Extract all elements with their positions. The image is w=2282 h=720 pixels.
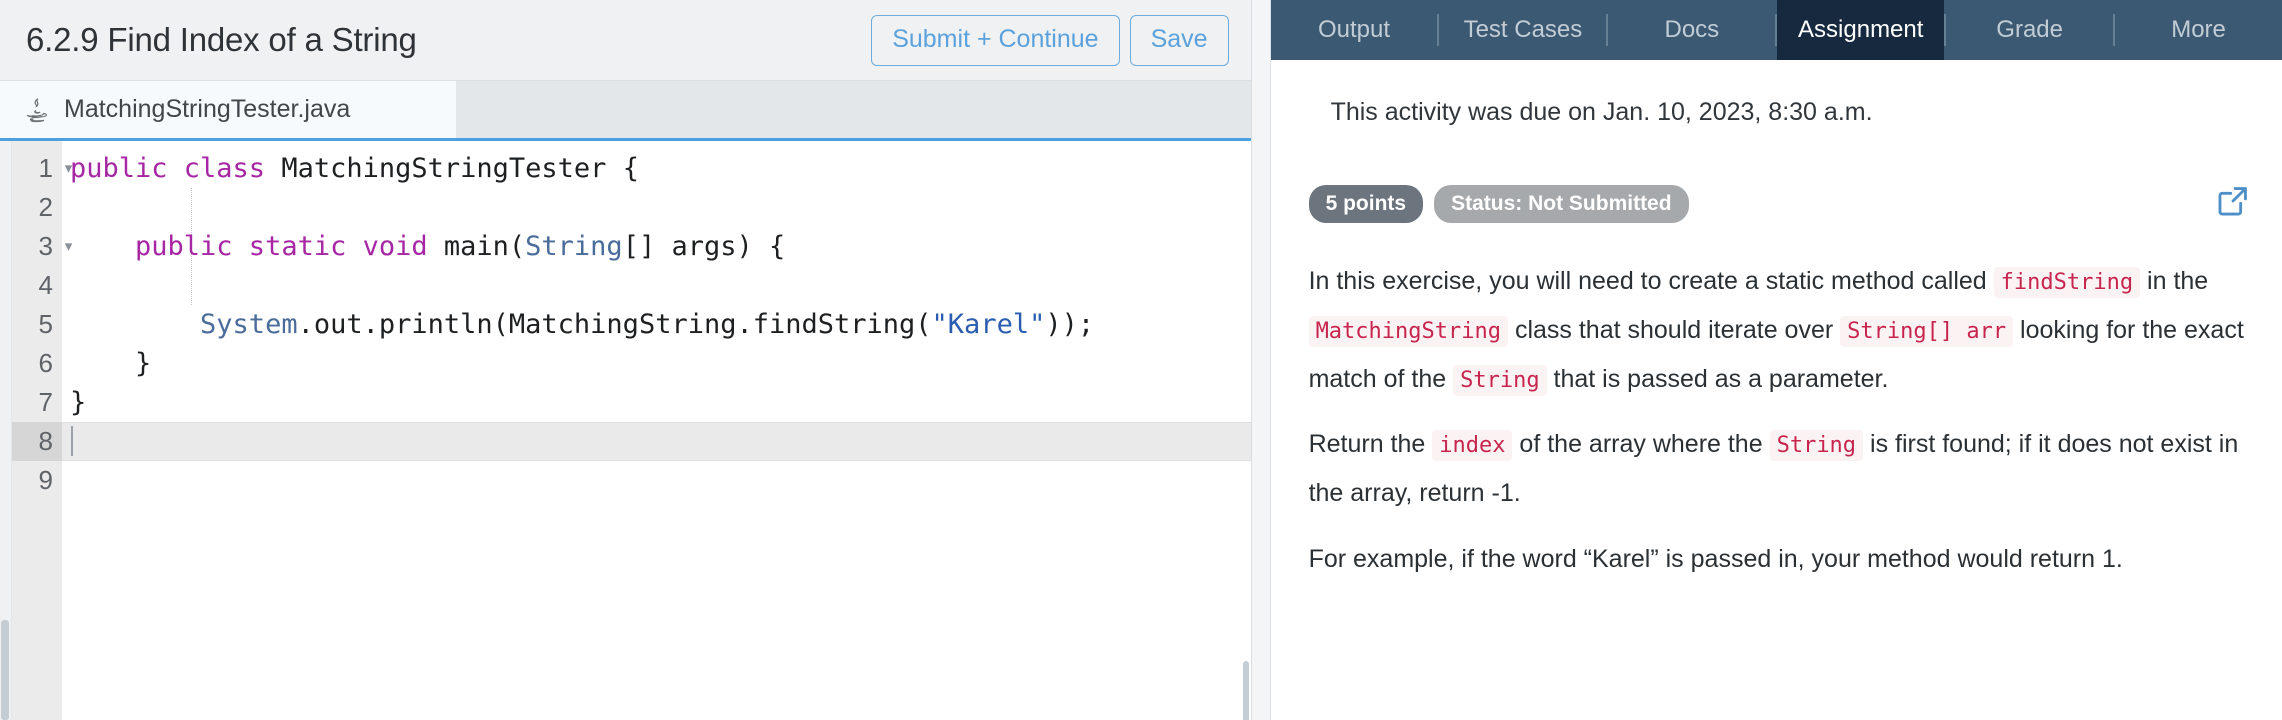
tab-test-cases[interactable]: Test Cases [1439, 0, 1607, 60]
code-token: MatchingStringTester { [281, 153, 639, 184]
code-line[interactable] [62, 461, 1251, 500]
tab-output[interactable]: Output [1270, 0, 1438, 60]
line-number: 3 ▾ [12, 227, 73, 266]
paragraph-text: In this exercise, you will need to creat… [1308, 267, 1994, 295]
code-editor[interactable]: 1 ▾ 2 3 ▾ 4 5 6 7 8 9 public class MatchingStringT… [0, 141, 1251, 720]
line-number: 6 [38, 348, 53, 378]
code-line[interactable] [62, 188, 1251, 227]
code-token: String [525, 231, 623, 262]
code-content[interactable]: public class MatchingStringTester { publ… [62, 141, 1251, 720]
points-badge: 5 points [1308, 185, 1424, 223]
description-paragraph: In this exercise, you will need to creat… [1308, 257, 2248, 403]
paragraph-text: For example, if the word “Karel” is pass… [1308, 544, 2123, 573]
paragraph-text: Return the [1308, 430, 1433, 459]
inline-code: findString [1993, 267, 2141, 298]
badge-row: 5 points Status: Not Submitted [1308, 184, 2250, 223]
inline-code: String [1769, 430, 1864, 462]
code-line[interactable]: System.out.println(MatchingString.findSt… [62, 305, 1251, 344]
file-tab-strip: MatchingStringTester.java [0, 81, 1251, 141]
external-link-icon[interactable] [2216, 184, 2250, 218]
line-number: 4 [38, 270, 53, 300]
inline-code: String [1453, 364, 1547, 396]
editor-pane: 6.2.9 Find Index of a String Submit + Co… [0, 0, 1252, 720]
code-token: public class [70, 153, 282, 184]
pane-vertical-scrollbar[interactable] [1, 620, 9, 720]
pane-resize-divider[interactable] [1251, 0, 1271, 720]
tab-docs[interactable]: Docs [1608, 0, 1776, 60]
description-paragraph: For example, if the word “Karel” is pass… [1309, 535, 2248, 584]
page-title: 6.2.9 Find Index of a String [26, 21, 417, 58]
code-line[interactable]: public class MatchingStringTester { [62, 149, 1251, 188]
due-date-note: This activity was due on Jan. 10, 2023, … [1330, 98, 1873, 126]
code-token: .out.println(MatchingString.findString( [297, 309, 932, 340]
inline-code: MatchingString [1308, 315, 1508, 347]
description-paragraph: Return the index of the array where the … [1309, 420, 2248, 518]
code-exercise-window: 6.2.9 Find Index of a String Submit + Co… [0, 0, 2282, 720]
line-number: 7 [38, 387, 53, 417]
side-panel-tabbar: Output Test Cases Docs Assignment Grade More [1270, 0, 2282, 60]
tab-more[interactable]: More [2115, 0, 2282, 60]
text-cursor [71, 426, 73, 456]
paragraph-text: that is passed as a parameter. [1546, 364, 1889, 393]
line-number-gutter: 1 ▾ 2 3 ▾ 4 5 6 7 8 9 [12, 141, 73, 720]
code-line[interactable]: public static void main(String[] args) { [62, 227, 1251, 266]
code-token: [] args) { [622, 231, 786, 262]
code-token: main( [443, 231, 526, 262]
code-line[interactable]: } [62, 344, 1251, 383]
inline-code: index [1432, 430, 1513, 462]
tab-assignment[interactable]: Assignment [1777, 0, 1945, 60]
assignment-panel-body: This activity was due on Jan. 10, 2023, … [1271, 60, 2282, 720]
code-token: System [70, 309, 298, 340]
line-number: 2 [38, 192, 53, 222]
code-token: } [70, 387, 87, 418]
code-line[interactable] [62, 266, 1251, 305]
submit-continue-button[interactable]: Submit + Continue [871, 14, 1120, 66]
paragraph-text: in the [2140, 267, 2209, 295]
line-number: 1 ▾ [12, 149, 73, 188]
file-tab-matchingstringtester[interactable]: MatchingStringTester.java [0, 81, 456, 138]
line-number: 5 [38, 309, 53, 339]
file-tab-label: MatchingStringTester.java [64, 95, 351, 123]
inline-code: String[] arr [1840, 315, 2014, 347]
editor-header: 6.2.9 Find Index of a String Submit + Co… [0, 0, 1251, 81]
line-number: 8 [12, 422, 62, 461]
code-line[interactable] [62, 422, 1251, 461]
status-badge: Status: Not Submitted [1434, 185, 1689, 223]
code-token: )); [1045, 309, 1095, 340]
code-line[interactable]: } [62, 383, 1251, 422]
line-number: 9 [38, 465, 53, 495]
code-token: public static void [70, 231, 444, 262]
paragraph-text: of the array where the [1512, 430, 1770, 459]
assignment-description: In this exercise, you will need to creat… [1308, 257, 2248, 584]
side-panel: Output Test Cases Docs Assignment Grade More … [1270, 0, 2282, 720]
save-button[interactable]: Save [1129, 14, 1229, 66]
paragraph-text: class that should iterate over [1508, 315, 1841, 344]
editor-vertical-scrollbar[interactable] [1242, 661, 1249, 720]
code-token: "Karel" [931, 309, 1046, 340]
tab-grade[interactable]: Grade [1946, 0, 2114, 60]
code-token: } [70, 348, 152, 379]
header-actions: Submit + Continue Save [871, 14, 1229, 66]
java-icon [26, 97, 47, 122]
